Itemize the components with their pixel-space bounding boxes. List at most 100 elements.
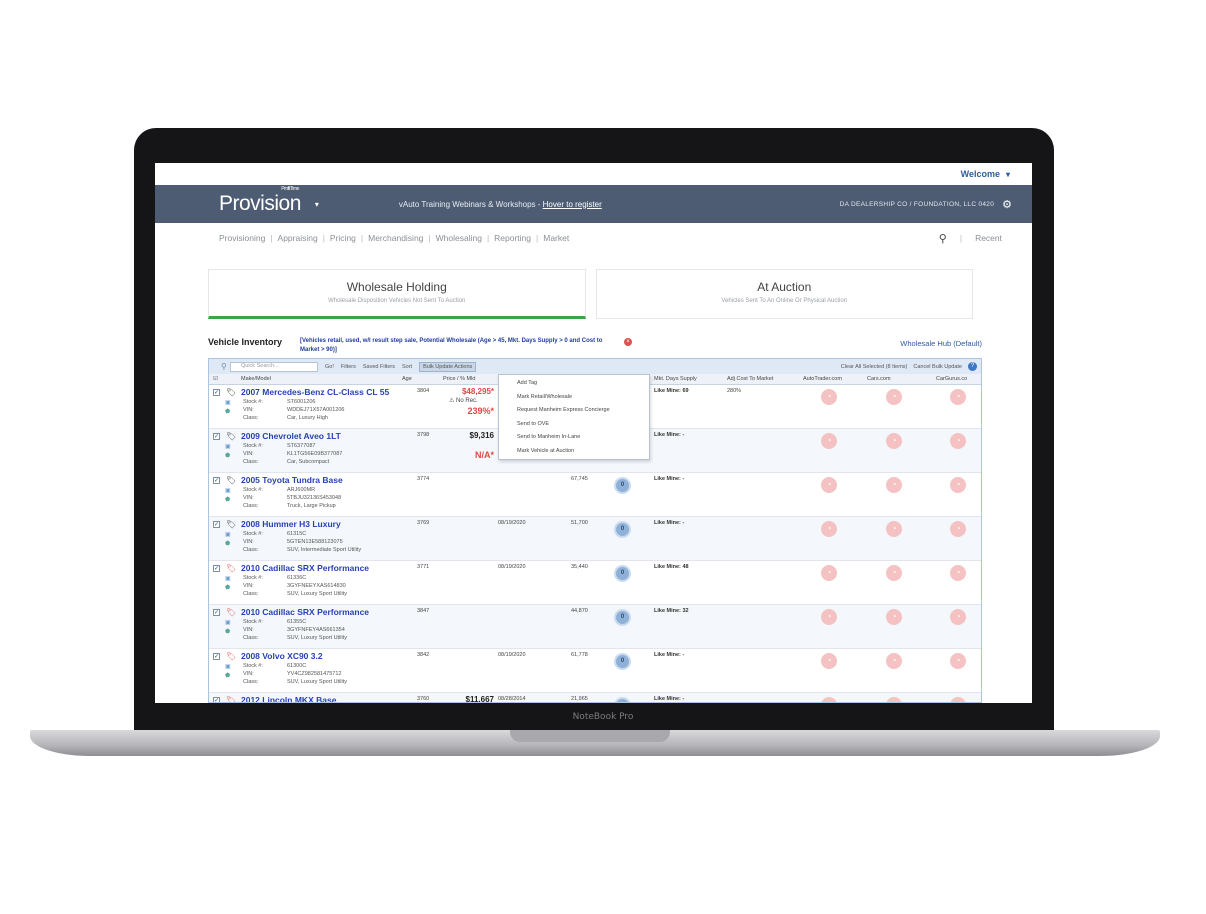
tab-at-auction[interactable]: At Auction Vehicles Sent To An Online Or… <box>595 269 973 319</box>
cars-status-icon[interactable]: ◔ <box>886 697 902 702</box>
dealer-selector[interactable]: DA DEALERSHIP CO / FOUNDATION, LLC 0420 <box>840 201 995 208</box>
table-row[interactable]: ✓ 🏷 ▣ ⬟ 2010 Cadillac SRX Performance St… <box>209 605 981 649</box>
tag-icon[interactable]: 🏷 <box>226 520 236 529</box>
autotrader-status-icon[interactable]: ◔ <box>821 697 837 702</box>
chevron-down-icon[interactable]: ▾ <box>1006 170 1010 179</box>
vehicle-name-link[interactable]: 2005 Toyota Tundra Base <box>241 475 343 485</box>
quick-search-input[interactable]: Quick Search... <box>221 361 318 372</box>
shield-icon[interactable]: ⬟ <box>225 540 230 547</box>
tab-wholesale-holding[interactable]: Wholesale Holding Wholesale Disposition … <box>208 269 586 319</box>
vehicle-name-link[interactable]: 2012 Lincoln MKX Base <box>241 695 336 702</box>
nav-wholesaling[interactable]: Wholesaling <box>436 233 482 243</box>
cargurus-status-icon[interactable]: ◔ <box>950 389 966 405</box>
vehicle-name-link[interactable]: 2008 Volvo XC90 3.2 <box>241 651 323 661</box>
clear-selected-button[interactable]: Clear All Selected (8 Items) <box>841 364 908 370</box>
tag-icon[interactable]: 🏷 <box>226 652 236 661</box>
cargurus-status-icon[interactable]: ◔ <box>950 653 966 669</box>
table-row[interactable]: ✓ 🏷 ▣ ⬟ 2005 Toyota Tundra Base Stock #:… <box>209 473 981 517</box>
row-checkbox[interactable]: ✓ <box>213 697 220 702</box>
vehicle-name-link[interactable]: 2010 Cadillac SRX Performance <box>241 563 369 573</box>
window-sticker-icon[interactable]: ▣ <box>225 575 231 582</box>
logo[interactable]: ProfitTime Provision <box>219 186 301 216</box>
autotrader-status-icon[interactable]: ◔ <box>821 521 837 537</box>
cargurus-status-icon[interactable]: ◔ <box>950 697 966 702</box>
row-checkbox[interactable]: ✓ <box>213 477 220 484</box>
count-bubble[interactable]: 0 <box>614 477 631 494</box>
window-sticker-icon[interactable]: ▣ <box>225 443 231 450</box>
wholesale-hub-link[interactable]: Wholesale Hub (Default) <box>900 339 982 348</box>
nav-pricing[interactable]: Pricing <box>330 233 356 243</box>
menu-add-tag[interactable]: Add Tag <box>499 377 649 391</box>
autotrader-status-icon[interactable]: ◔ <box>821 389 837 405</box>
row-checkbox[interactable]: ✓ <box>213 653 220 660</box>
col-adj-cost[interactable]: Adj Cost To Market <box>727 376 773 382</box>
row-checkbox[interactable]: ✓ <box>213 521 220 528</box>
nav-provisioning[interactable]: Provisioning <box>219 233 265 243</box>
cars-status-icon[interactable]: ◔ <box>886 433 902 449</box>
nav-market[interactable]: Market <box>543 233 569 243</box>
gear-icon[interactable]: ⚙ <box>1002 198 1012 211</box>
vehicle-name-link[interactable]: 2009 Chevrolet Aveo 1LT <box>241 431 341 441</box>
vehicle-name-link[interactable]: 2010 Cadillac SRX Performance <box>241 607 369 617</box>
col-cars[interactable]: Cars.com <box>867 376 891 382</box>
cargurus-status-icon[interactable]: ◔ <box>950 609 966 625</box>
table-row[interactable]: ✓ 🏷 ▣ ⬟ 2008 Volvo XC90 3.2 Stock #: 613… <box>209 649 981 693</box>
row-checkbox[interactable]: ✓ <box>213 389 220 396</box>
nav-merchandising[interactable]: Merchandising <box>368 233 423 243</box>
autotrader-status-icon[interactable]: ◔ <box>821 565 837 581</box>
training-register-link[interactable]: Hover to register <box>543 200 602 209</box>
cars-status-icon[interactable]: ◔ <box>886 521 902 537</box>
tag-icon[interactable]: 🏷 <box>226 388 236 397</box>
nav-recent[interactable]: Recent <box>975 233 1002 243</box>
cars-status-icon[interactable]: ◔ <box>886 609 902 625</box>
shield-icon[interactable]: ⬟ <box>225 408 230 415</box>
filters-button[interactable]: Filters <box>341 364 356 370</box>
tag-icon[interactable]: 🏷 <box>226 608 236 617</box>
go-button[interactable]: Go! <box>325 364 334 370</box>
vehicle-name-link[interactable]: 2007 Mercedes-Benz CL-Class CL 55 <box>241 387 389 397</box>
price-value[interactable]: $9,316 <box>454 431 494 440</box>
col-age[interactable]: Age <box>402 376 412 382</box>
menu-request-concierge[interactable]: Request Manheim Express Concierge <box>499 404 649 418</box>
cars-status-icon[interactable]: ◔ <box>886 653 902 669</box>
tag-icon[interactable]: 🏷 <box>226 476 236 485</box>
cargurus-status-icon[interactable]: ◔ <box>950 565 966 581</box>
table-row[interactable]: ✓ 🏷 ▣ ⬟ 2008 Hummer H3 Luxury Stock #: 6… <box>209 517 981 561</box>
clear-filter-icon[interactable]: × <box>624 338 632 346</box>
nav-reporting[interactable]: Reporting <box>494 233 531 243</box>
cars-status-icon[interactable]: ◔ <box>886 389 902 405</box>
row-checkbox[interactable]: ✓ <box>213 433 220 440</box>
tag-icon[interactable]: 🏷 <box>226 564 236 573</box>
bulk-update-actions-button[interactable]: Bulk Update Actions <box>419 361 477 372</box>
col-cargurus[interactable]: CarGurus.co <box>936 376 967 382</box>
price-value[interactable]: $11,667 <box>454 695 494 702</box>
tag-icon[interactable]: 🏷 <box>226 696 236 702</box>
cargurus-status-icon[interactable]: ◔ <box>950 477 966 493</box>
sort-button[interactable]: Sort <box>402 364 412 370</box>
window-sticker-icon[interactable]: ▣ <box>225 619 231 626</box>
nav-appraising[interactable]: Appraising <box>278 233 318 243</box>
vehicle-name-link[interactable]: 2008 Hummer H3 Luxury <box>241 519 341 529</box>
col-mkt-days[interactable]: Mkt. Days Supply <box>654 376 697 382</box>
cargurus-status-icon[interactable]: ◔ <box>950 433 966 449</box>
count-bubble[interactable]: 0 <box>614 609 631 626</box>
table-row[interactable]: ✓ 🏷 ▣ ⬟ 2012 Lincoln MKX Base3760$11,667… <box>209 693 981 702</box>
col-price[interactable]: Price / % Mkt <box>443 376 475 382</box>
count-bubble[interactable]: 0 <box>614 653 631 670</box>
autotrader-status-icon[interactable]: ◔ <box>821 433 837 449</box>
shield-icon[interactable]: ⬟ <box>225 496 230 503</box>
menu-mark-at-auction[interactable]: Mark Vehicle at Auction <box>499 445 649 459</box>
select-all-checkbox[interactable]: ☑ <box>213 376 218 382</box>
inventory-filter-summary[interactable]: [Vehicles retail, used, w/l result step … <box>300 337 620 355</box>
row-checkbox[interactable]: ✓ <box>213 565 220 572</box>
tag-icon[interactable]: 🏷 <box>226 432 236 441</box>
cars-status-icon[interactable]: ◔ <box>886 565 902 581</box>
window-sticker-icon[interactable]: ▣ <box>225 663 231 670</box>
price-value[interactable]: $48,295* <box>454 387 494 396</box>
window-sticker-icon[interactable]: ▣ <box>225 531 231 538</box>
table-row[interactable]: ✓ 🏷 ▣ ⬟ 2010 Cadillac SRX Performance St… <box>209 561 981 605</box>
shield-icon[interactable]: ⬟ <box>225 672 230 679</box>
count-bubble[interactable]: 0 <box>614 697 631 702</box>
count-bubble[interactable]: 0 <box>614 521 631 538</box>
chevron-down-icon[interactable]: ▾ <box>315 200 319 209</box>
